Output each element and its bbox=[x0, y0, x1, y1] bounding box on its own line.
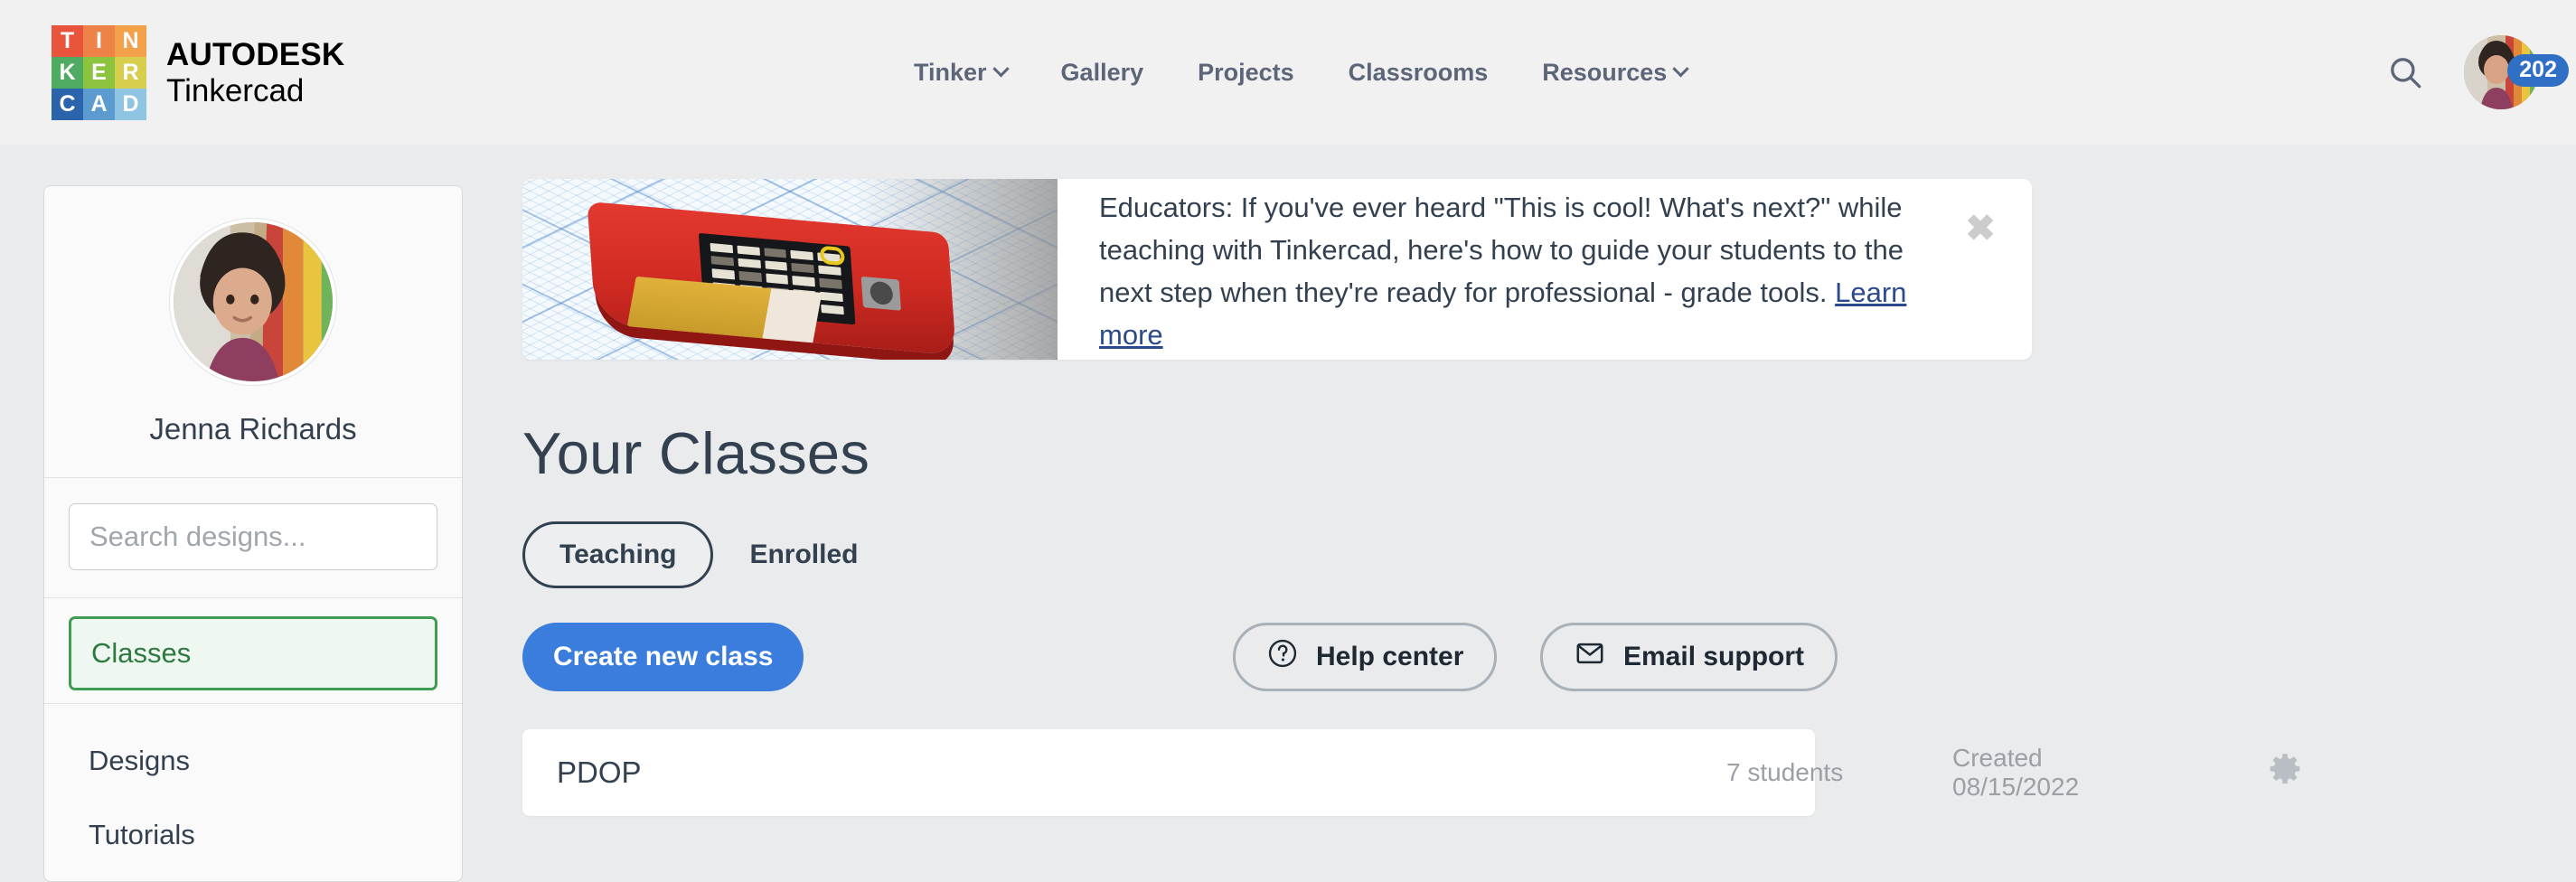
close-icon[interactable]: ✖ bbox=[1961, 210, 1999, 248]
class-list: PDOP 7 students Created 08/15/2022 bbox=[522, 729, 2300, 816]
logo-cell-t-0: T bbox=[52, 25, 83, 57]
microbit-led bbox=[819, 278, 842, 289]
chevron-down-icon bbox=[992, 60, 1010, 77]
nav-item-label: Classrooms bbox=[1348, 58, 1489, 86]
brand-logo[interactable]: TINKER CAD AUTODESK Tinkercad bbox=[52, 25, 344, 120]
chevron-down-icon bbox=[1672, 60, 1690, 77]
nav-item-label: Projects bbox=[1198, 58, 1294, 86]
microbit-led bbox=[821, 304, 844, 315]
logo-cell-a-7: A bbox=[83, 89, 115, 120]
logo-cell-k-3: K bbox=[52, 57, 83, 89]
main-navigation: Tinker Gallery Projects Classrooms Resources bbox=[908, 0, 1692, 145]
sidebar-profile: Jenna Richards bbox=[44, 186, 462, 478]
gear-icon[interactable] bbox=[2265, 751, 2305, 795]
question-circle-icon bbox=[1266, 637, 1299, 677]
microbit-led bbox=[790, 249, 814, 261]
sidebar-item-designs[interactable]: Designs bbox=[69, 724, 437, 798]
class-student-count: 7 students bbox=[1726, 758, 1844, 786]
brand-wordmark: AUTODESK Tinkercad bbox=[166, 37, 344, 109]
logo-cell-c-6: C bbox=[52, 89, 83, 120]
sidebar-avatar[interactable] bbox=[170, 219, 336, 385]
page-title: Your Classes bbox=[522, 420, 870, 486]
nav-item-resources[interactable]: Resources bbox=[1537, 52, 1692, 94]
email-support-button[interactable]: Email support bbox=[1540, 623, 1838, 691]
microbit-led bbox=[791, 263, 815, 274]
tinkercad-logo-icon: TINKER CAD bbox=[52, 25, 146, 120]
microbit-gnd-pad bbox=[762, 288, 823, 343]
logo-cell-e-4: E bbox=[83, 57, 115, 89]
sidebar-item-label: Tutorials bbox=[89, 819, 195, 850]
banner-message: Educators: If you've ever heard "This is… bbox=[1058, 179, 2032, 360]
microbit-led bbox=[818, 265, 841, 277]
microbit-led bbox=[792, 276, 816, 286]
avatar[interactable]: 202 bbox=[2464, 35, 2569, 109]
logo-cell-i-1: I bbox=[83, 25, 115, 57]
notification-badge[interactable]: 202 bbox=[2507, 54, 2569, 87]
sidebar-item-label: Classes bbox=[91, 637, 192, 669]
sidebar-item-label: Designs bbox=[89, 745, 190, 776]
main-content: Educators: If you've ever heard "This is… bbox=[522, 179, 2300, 816]
promo-banner: Educators: If you've ever heard "This is… bbox=[522, 179, 2032, 360]
microbit-led bbox=[820, 291, 843, 302]
microbit-led bbox=[765, 273, 789, 285]
header-right-cluster: 202 bbox=[2384, 0, 2569, 145]
microbit-led bbox=[738, 271, 762, 282]
class-name: PDOP bbox=[557, 755, 642, 789]
tab-enrolled[interactable]: Enrolled bbox=[726, 524, 881, 586]
wordmark-autodesk: AUTODESK bbox=[166, 36, 345, 72]
microbit-led bbox=[763, 248, 787, 258]
microbit-led bbox=[710, 256, 734, 267]
nav-item-label: Gallery bbox=[1060, 58, 1144, 86]
banner-image-microbit bbox=[522, 179, 1058, 360]
class-row[interactable]: PDOP 7 students Created 08/15/2022 bbox=[522, 729, 2300, 816]
search-designs-input[interactable] bbox=[69, 503, 437, 570]
nav-item-label: Resources bbox=[1542, 58, 1668, 86]
nav-item-label: Tinker bbox=[914, 58, 987, 86]
create-new-class-button[interactable]: Create new class bbox=[522, 623, 804, 691]
microbit-led bbox=[710, 242, 733, 254]
sidebar-item-tutorials[interactable]: Tutorials bbox=[69, 798, 437, 872]
microbit-body bbox=[587, 201, 956, 356]
logo-cell-n-2: N bbox=[115, 25, 146, 57]
microbit-led bbox=[737, 245, 760, 257]
sidebar-item-list: Designs Tutorials bbox=[44, 704, 462, 881]
microbit-render bbox=[587, 189, 976, 360]
sidebar-user-name: Jenna Richards bbox=[149, 412, 357, 446]
microbit-led bbox=[764, 260, 788, 272]
nav-item-gallery[interactable]: Gallery bbox=[1056, 52, 1150, 94]
logo-cell-r-5: R bbox=[115, 57, 146, 89]
app-header: TINKER CAD AUTODESK Tinkercad Tinker Galle… bbox=[0, 0, 2576, 145]
nav-item-classrooms[interactable]: Classrooms bbox=[1343, 52, 1494, 94]
class-scope-tabs: Teaching Enrolled bbox=[522, 521, 2032, 588]
logo-cell-d-8: D bbox=[115, 89, 146, 120]
nav-item-projects[interactable]: Projects bbox=[1192, 52, 1300, 94]
search-icon[interactable] bbox=[2384, 52, 2426, 93]
nav-item-tinker[interactable]: Tinker bbox=[908, 52, 1012, 94]
microbit-led bbox=[738, 258, 761, 269]
envelope-icon bbox=[1574, 637, 1606, 677]
class-created-date: Created 08/15/2022 bbox=[1952, 744, 2080, 801]
microbit-led bbox=[711, 268, 735, 280]
tab-teaching[interactable]: Teaching bbox=[522, 521, 714, 588]
microbit-button bbox=[860, 276, 901, 311]
email-support-label: Email support bbox=[1623, 642, 1805, 671]
sidebar-item-classes[interactable]: Classes bbox=[69, 616, 437, 690]
sidebar-search-zone bbox=[44, 478, 462, 598]
help-center-label: Help center bbox=[1316, 642, 1464, 671]
banner-body-text: Educators: If you've ever heard "This is… bbox=[1099, 191, 1904, 308]
sidebar: Jenna Richards Classes Designs Tutorials bbox=[43, 185, 463, 882]
sidebar-active-zone: Classes bbox=[44, 598, 462, 704]
wordmark-tinkercad: Tinkercad bbox=[166, 72, 305, 108]
help-center-button[interactable]: Help center bbox=[1233, 623, 1498, 691]
action-buttons-row: Create new class Help center Email suppo… bbox=[522, 623, 2032, 695]
